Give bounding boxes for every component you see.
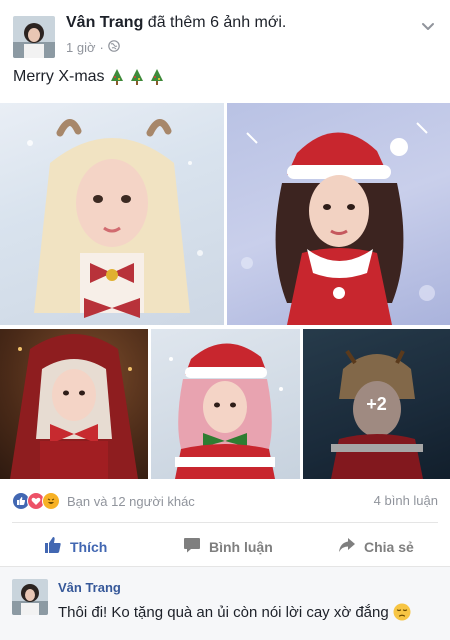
christmas-tree-icon xyxy=(129,68,145,86)
comment-label: Bình luận xyxy=(209,538,273,555)
reactions-bar: Bạn và 12 người khác 4 bình luận xyxy=(12,490,438,512)
post-message: Merry X-mas xyxy=(13,68,165,86)
chevron-down-icon[interactable] xyxy=(420,18,436,34)
globe-icon xyxy=(108,40,120,55)
share-icon xyxy=(338,536,356,557)
comment-button[interactable]: Bình luận xyxy=(183,536,273,557)
comment-body: Thôi đi! Ko tặng quà an ủi còn nói lời c… xyxy=(58,603,411,621)
comments-area: Vân Trang Thôi đi! Ko tặng quà an ủi còn… xyxy=(0,566,450,640)
commenter-avatar[interactable] xyxy=(12,579,48,615)
divider xyxy=(12,522,438,523)
photo-2[interactable] xyxy=(227,103,450,325)
commenter-name[interactable]: Vân Trang xyxy=(58,580,121,595)
author-avatar[interactable] xyxy=(13,16,55,58)
photo-1[interactable] xyxy=(0,103,224,325)
separator-dot: · xyxy=(99,40,104,55)
thumbs-up-icon xyxy=(44,536,62,557)
christmas-tree-icon xyxy=(109,68,125,86)
share-label: Chia sẻ xyxy=(364,538,414,555)
reaction-summary[interactable]: Bạn và 12 người khác xyxy=(67,494,195,509)
post-message-text: Merry X-mas xyxy=(13,68,105,85)
like-button[interactable]: Thích xyxy=(44,536,107,557)
photo-4[interactable] xyxy=(151,329,300,479)
post-actions: Thích Bình luận Chia sẻ xyxy=(0,526,450,566)
post-action-text: đã thêm 6 ảnh mới. xyxy=(143,14,287,31)
post-header: Vân Trang đã thêm 6 ảnh mới. 1 giờ · xyxy=(0,0,450,62)
comment-icon xyxy=(183,536,201,557)
photo-5[interactable]: +2 xyxy=(303,329,450,479)
like-label: Thích xyxy=(70,538,108,555)
post-time[interactable]: 1 giờ xyxy=(66,40,96,55)
photo-3[interactable] xyxy=(0,329,148,479)
reaction-icons[interactable] xyxy=(12,492,60,510)
share-button[interactable]: Chia sẻ xyxy=(338,536,414,557)
haha-reaction-icon xyxy=(42,492,60,510)
comment-text: Thôi đi! Ko tặng quà an ủi còn nói lời c… xyxy=(58,603,389,621)
more-photos-overlay[interactable]: +2 xyxy=(303,329,450,479)
more-photos-count: +2 xyxy=(366,393,387,414)
comment-count[interactable]: 4 bình luận xyxy=(374,493,438,508)
pensive-emoji-icon xyxy=(393,603,411,621)
author-name[interactable]: Vân Trang xyxy=(66,14,143,31)
post-title-line: Vân Trang đã thêm 6 ảnh mới. xyxy=(66,14,286,32)
post-meta: 1 giờ · xyxy=(66,40,120,55)
christmas-tree-icon xyxy=(149,68,165,86)
